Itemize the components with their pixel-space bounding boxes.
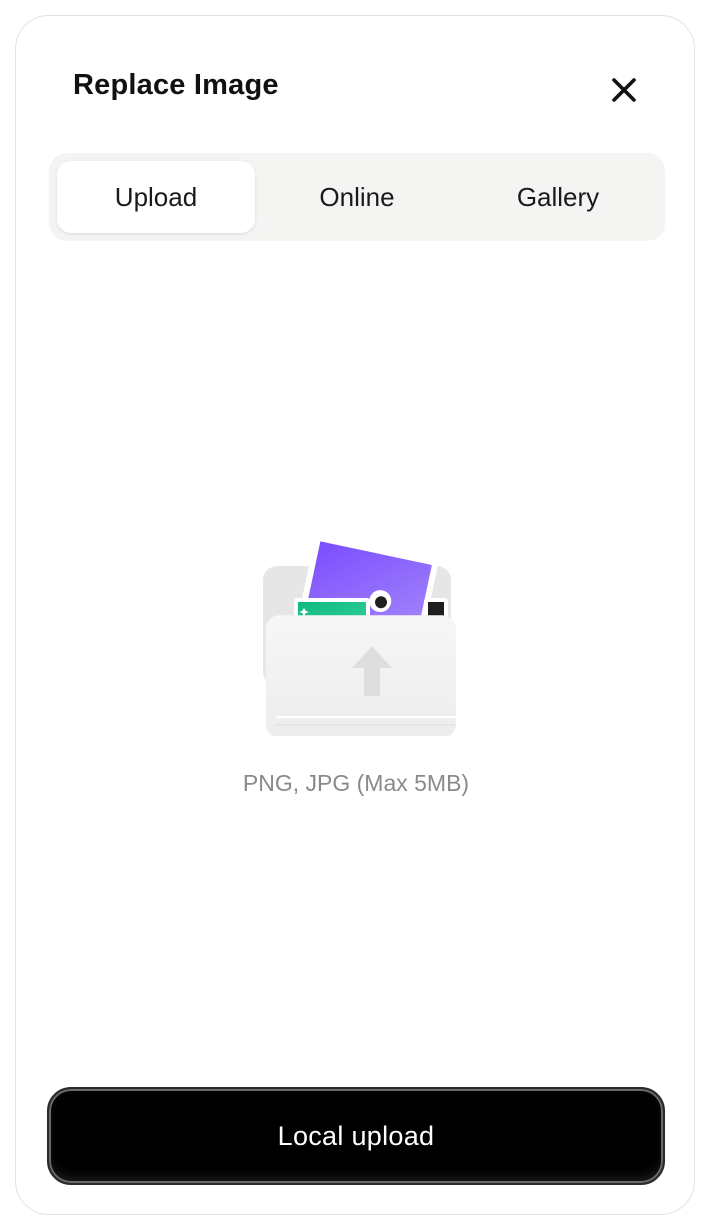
file-format-hint: PNG, JPG (Max 5MB) [242, 770, 470, 796]
tab-upload[interactable]: Upload [57, 161, 255, 233]
upload-dropzone[interactable] [256, 534, 456, 738]
replace-image-dialog: Replace Image Upload Online Gallery PNG,… [15, 15, 695, 1215]
dialog-title: Replace Image [73, 69, 279, 101]
folder-upload-icon [263, 534, 456, 738]
close-button[interactable] [606, 72, 642, 108]
close-icon [612, 78, 636, 102]
source-tabs: Upload Online Gallery [49, 153, 665, 241]
local-upload-button[interactable]: Local upload [47, 1087, 665, 1185]
tab-online[interactable]: Online [258, 161, 456, 233]
tab-gallery[interactable]: Gallery [459, 161, 657, 233]
